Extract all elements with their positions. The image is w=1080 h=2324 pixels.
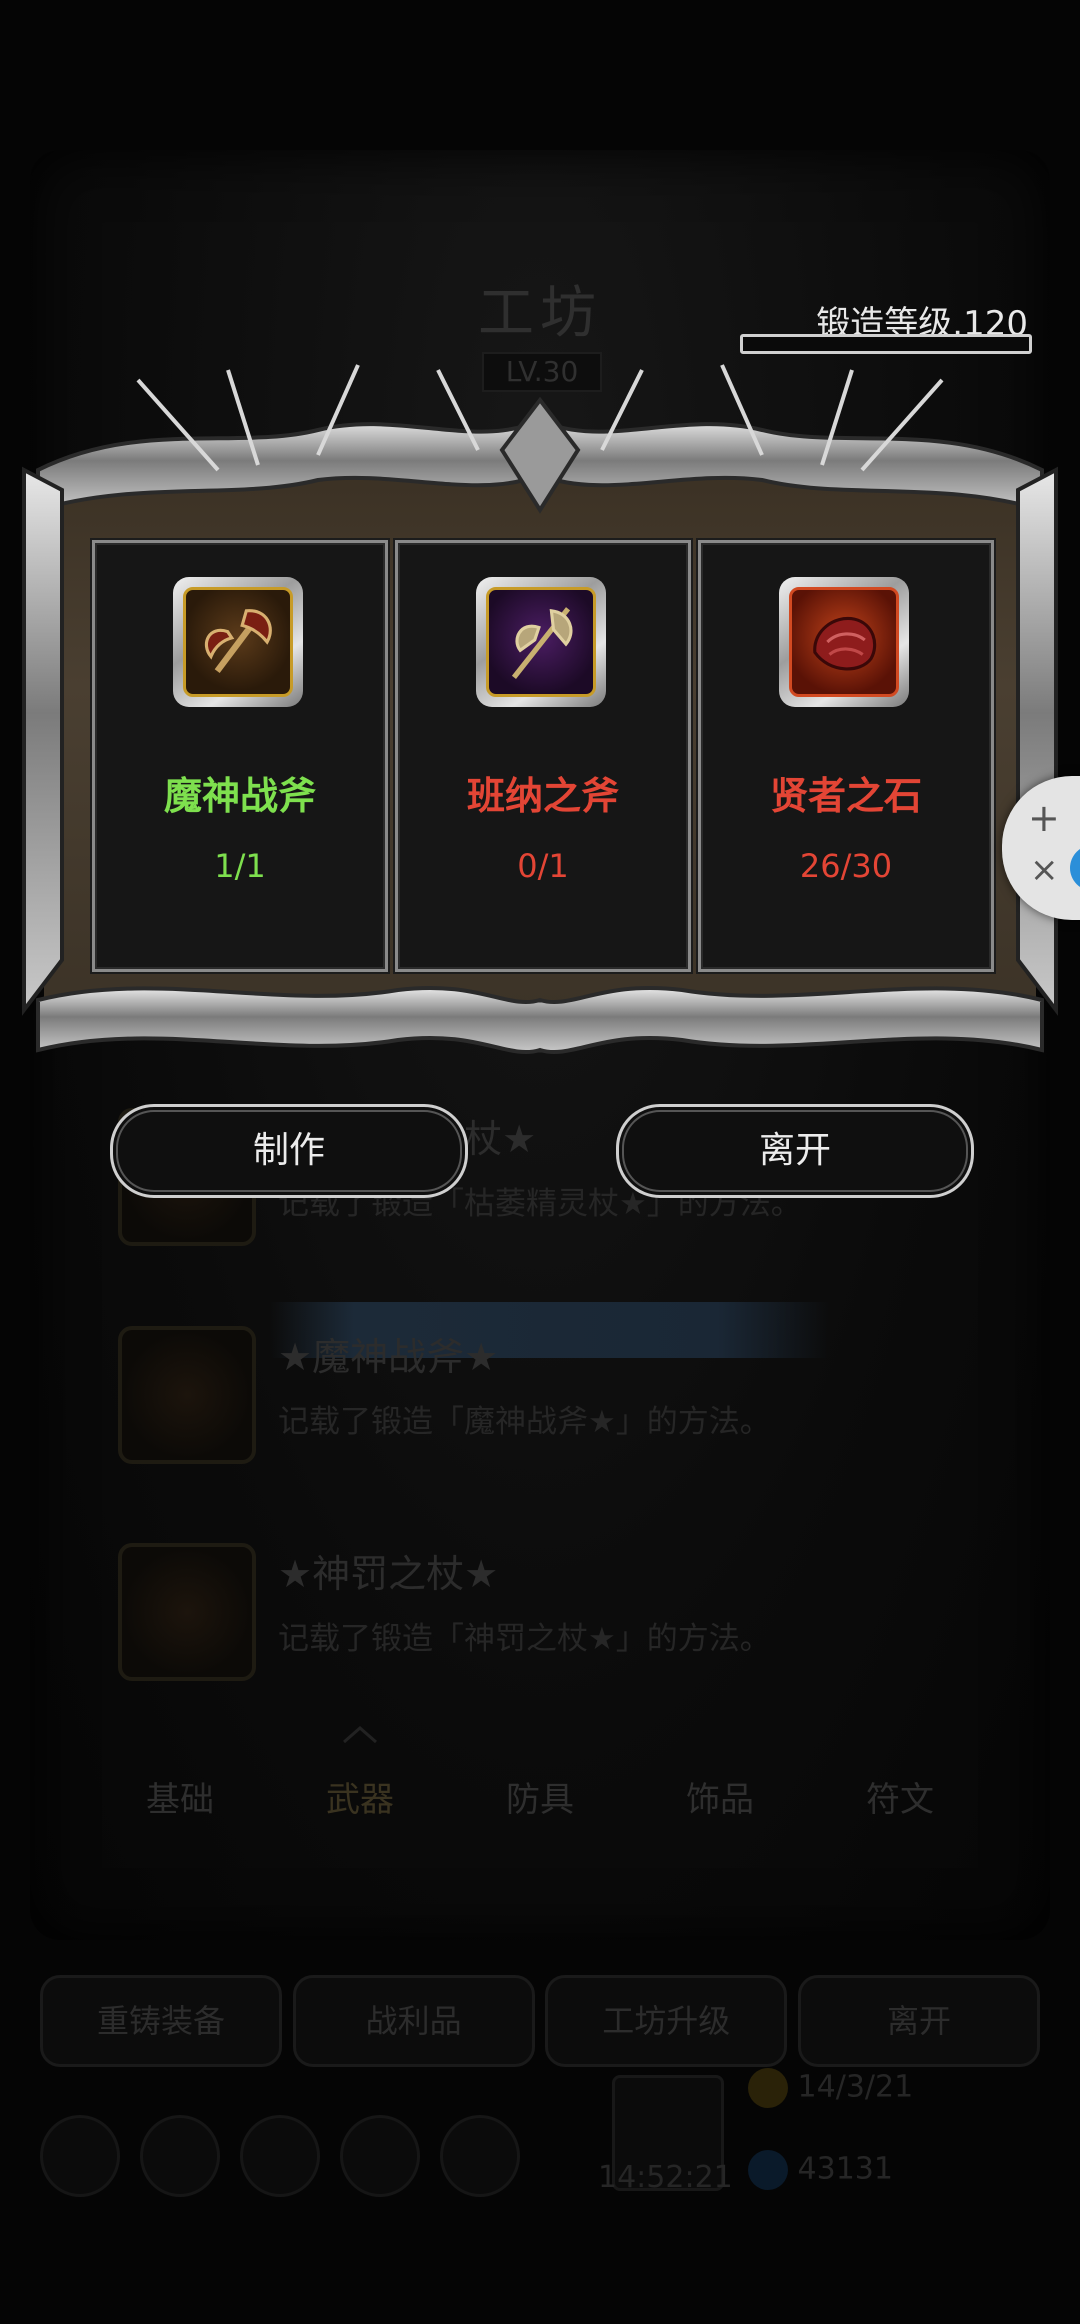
red-stone-icon <box>789 587 899 697</box>
resource-value: 43131 <box>797 2151 893 2187</box>
menu-icon[interactable] <box>240 2115 320 2197</box>
loot-button[interactable]: 战利品 <box>292 1975 535 2067</box>
craft-button[interactable]: 制作 <box>110 1104 468 1198</box>
menu-icon[interactable] <box>340 2115 420 2197</box>
category-tabbar: 基础 武器 防具 饰品 符文 <box>90 1770 990 1830</box>
resource-text: 14/3/21 <box>748 2068 913 2108</box>
menu-icon[interactable] <box>40 2115 120 2197</box>
plus-icon[interactable]: + <box>1028 796 1060 840</box>
tab-basic[interactable]: 基础 <box>90 1770 270 1830</box>
menu-icon[interactable] <box>140 2115 220 2197</box>
caret-up-icon <box>343 1726 377 1744</box>
forge-level-bar <box>740 334 1032 354</box>
battle-axe-icon <box>118 1326 256 1464</box>
workshop-upgrade-button[interactable]: 工坊升级 <box>545 1975 788 2067</box>
recipe-title: ★魔神战斧★ <box>278 1335 499 1379</box>
resource-text: 43131 <box>748 2150 893 2190</box>
material-card[interactable]: 魔神战斧 1/1 <box>92 540 388 972</box>
material-name: 魔神战斧 <box>163 774 316 818</box>
reforge-equipment-button[interactable]: 重铸装备 <box>40 1975 282 2067</box>
gold-coin-icon <box>748 2068 788 2108</box>
close-icon[interactable]: × <box>1030 850 1059 890</box>
tab-weapons[interactable]: 武器 <box>270 1770 450 1830</box>
material-card[interactable]: 班纳之斧 0/1 <box>395 540 691 972</box>
tab-armor[interactable]: 防具 <box>450 1770 630 1830</box>
item-slot-frame <box>779 577 909 707</box>
tab-runes[interactable]: 符文 <box>810 1770 990 1830</box>
material-name: 班纳之斧 <box>466 774 619 818</box>
menu-icon[interactable] <box>440 2115 520 2197</box>
material-count: 0/1 <box>517 847 569 885</box>
recipe-title: ★神罚之杖★ <box>278 1552 499 1596</box>
recipe-list-item[interactable]: ★神罚之杖★ 记载了锻造「神罚之杖★」的方法。 <box>118 1535 968 1695</box>
gem-icon <box>748 2150 788 2190</box>
bottom-button-row: 重铸装备 战利品 工坊升级 离开 <box>40 1975 1040 2067</box>
item-slot-frame <box>476 577 606 707</box>
item-slot-frame <box>173 577 303 707</box>
leave-workshop-button[interactable]: 离开 <box>797 1975 1040 2067</box>
recipe-list-item[interactable]: ★魔神战斧★ 记载了锻造「魔神战斧★」的方法。 <box>118 1318 968 1478</box>
timer-text: 14:52:21 <box>598 2160 733 2195</box>
leave-button[interactable]: 离开 <box>616 1104 974 1198</box>
recipe-description: 记载了锻造「神罚之杖★」的方法。 <box>278 1621 771 1657</box>
material-count: 26/30 <box>799 847 893 885</box>
staff-icon <box>118 1543 256 1681</box>
tab-accessories[interactable]: 饰品 <box>630 1770 810 1830</box>
bottom-menu-icons <box>40 2115 520 2197</box>
material-name: 贤者之石 <box>769 774 922 818</box>
resource-value: 14/3/21 <box>797 2069 914 2105</box>
recipe-description: 记载了锻造「魔神战斧★」的方法。 <box>278 1404 771 1440</box>
workshop-title: 工坊 <box>478 281 602 346</box>
halberd-icon <box>486 587 596 697</box>
battle-axe-icon <box>183 587 293 697</box>
material-count: 1/1 <box>214 847 266 885</box>
material-card[interactable]: 贤者之石 26/30 <box>698 540 994 972</box>
